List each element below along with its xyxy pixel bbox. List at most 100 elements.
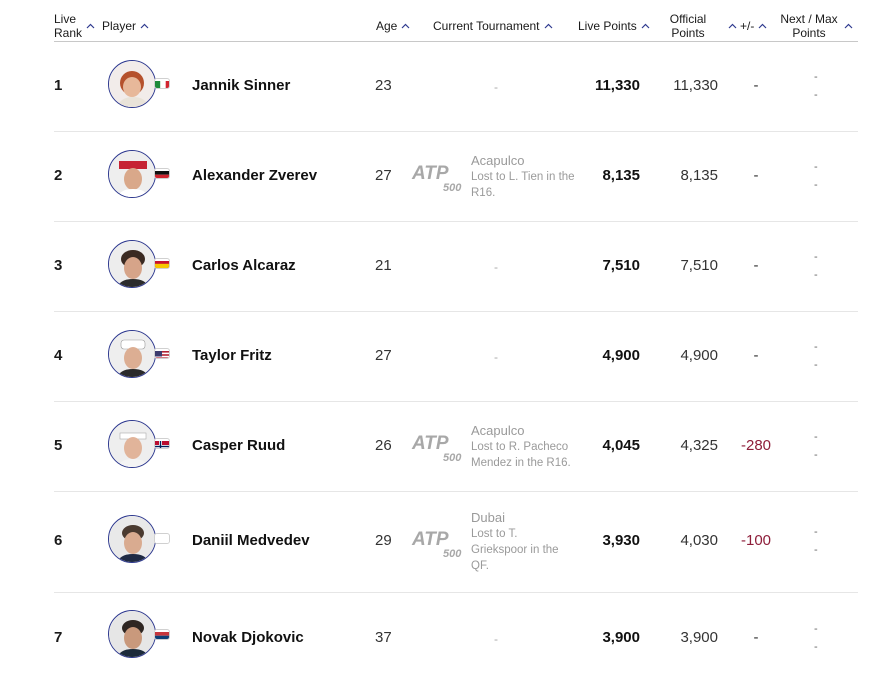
sort-official-points[interactable]: Official Points <box>668 12 737 40</box>
header-current-tournament: Current Tournament <box>433 19 540 33</box>
chevron-up-icon <box>86 22 95 31</box>
sort-player[interactable]: Player <box>102 19 149 33</box>
live-points: 4,045 <box>602 437 640 454</box>
live-points: 3,900 <box>602 629 640 646</box>
tournament-result-line: R16. <box>471 187 496 199</box>
atp-500-logo: ATP 500 <box>410 160 468 196</box>
official-points: 8,135 <box>680 167 718 184</box>
chevron-up-icon <box>401 22 410 31</box>
header-official-line2: Points <box>671 26 705 40</box>
tournament-empty: - <box>494 260 498 274</box>
atp-logo-text: ATP <box>411 163 449 184</box>
avatar <box>108 420 156 468</box>
chevron-up-icon <box>544 22 553 31</box>
next-max-points: - - <box>814 68 818 104</box>
sort-age[interactable]: Age <box>376 19 410 33</box>
player-name[interactable]: Novak Djokovic <box>192 629 304 646</box>
chevron-up-icon <box>758 22 767 31</box>
avatar <box>108 515 156 563</box>
next-max-points: - - <box>814 523 818 559</box>
official-points: 11,330 <box>673 77 718 94</box>
next-points: - <box>814 526 818 538</box>
table-row[interactable]: 1 Jannik Sinner 23 - 11,330 11,330 - - - <box>54 42 858 132</box>
header-next-max-line1: Next / Max <box>780 12 838 26</box>
header-age: Age <box>376 19 398 33</box>
avatar <box>108 330 156 378</box>
age: 37 <box>375 629 392 646</box>
player-name[interactable]: Carlos Alcaraz <box>192 257 296 274</box>
header-player: Player <box>102 19 137 33</box>
table-row[interactable]: 4 Taylor Fritz 27 - 4,900 4,900 - - - <box>54 311 858 402</box>
tournament-empty: - <box>494 632 498 646</box>
max-points: - <box>814 89 818 101</box>
points-diff: - <box>753 257 759 274</box>
next-points: - <box>814 251 818 263</box>
rank: 4 <box>54 347 63 364</box>
live-points: 4,900 <box>602 347 640 364</box>
official-points: 4,030 <box>680 532 718 549</box>
tournament-name[interactable]: Dubai <box>471 510 583 526</box>
next-points: - <box>814 623 818 635</box>
header-official-line1: Official <box>669 12 707 26</box>
live-points: 11,330 <box>594 77 640 94</box>
flag-serbia-icon <box>154 629 170 640</box>
player-name[interactable]: Casper Ruud <box>192 437 285 454</box>
avatar <box>108 60 156 108</box>
header-next-max-line2: Points <box>792 26 826 40</box>
player-name[interactable]: Daniil Medvedev <box>192 532 310 549</box>
official-points: 4,325 <box>680 437 718 454</box>
next-max-points: - - <box>814 248 818 284</box>
points-diff: - <box>753 77 759 94</box>
points-diff: - <box>753 629 759 646</box>
max-points: - <box>814 544 818 556</box>
chevron-up-icon <box>728 22 737 31</box>
chevron-up-icon <box>140 22 149 31</box>
atp-tier-text: 500 <box>443 452 462 464</box>
sort-live-rank[interactable]: Live Rank <box>54 12 95 40</box>
next-points: - <box>814 161 818 173</box>
max-points: - <box>814 641 818 653</box>
table-row[interactable]: 7 Novak Djokovic 37 - 3,900 3,900 - - - <box>54 592 858 680</box>
avatar <box>108 240 156 288</box>
official-points: 4,900 <box>680 347 718 364</box>
atp-tier-text: 500 <box>443 548 462 560</box>
age: 27 <box>375 347 392 364</box>
age: 23 <box>375 77 392 94</box>
official-points: 3,900 <box>680 629 718 646</box>
official-points: 7,510 <box>680 257 718 274</box>
table-row[interactable]: 2 Alexander Zverev 27 ATP 500 Acapulco L… <box>54 131 858 222</box>
sort-current-tournament[interactable]: Current Tournament <box>433 19 553 33</box>
points-diff: -280 <box>740 437 772 454</box>
age: 27 <box>375 167 392 184</box>
sort-diff[interactable]: +/- <box>740 19 767 33</box>
sort-next-max[interactable]: Next / Max Points <box>778 12 853 40</box>
max-points: - <box>814 449 818 461</box>
tournament-empty: - <box>494 80 498 94</box>
atp-500-logo: ATP 500 <box>410 430 468 466</box>
table-row[interactable]: 5 Casper Ruud 26 ATP 500 Acapulco Lost t… <box>54 401 858 492</box>
next-max-points: - - <box>814 158 818 194</box>
player-name[interactable]: Alexander Zverev <box>192 167 317 184</box>
points-diff: - <box>753 347 759 364</box>
sort-live-points[interactable]: Live Points <box>578 19 650 33</box>
atp-tier-text: 500 <box>443 182 462 194</box>
rank: 6 <box>54 532 63 549</box>
chevron-up-icon <box>641 22 650 31</box>
table-row[interactable]: 6 Daniil Medvedev 29 ATP 500 Dubai Lost … <box>54 491 858 593</box>
tournament-result-line: QF. <box>471 560 489 572</box>
player-name[interactable]: Taylor Fritz <box>192 347 272 364</box>
rank: 3 <box>54 257 63 274</box>
table-row[interactable]: 3 Carlos Alcaraz 21 - 7,510 7,510 - - - <box>54 221 858 312</box>
next-max-points: - - <box>814 428 818 464</box>
next-points: - <box>814 341 818 353</box>
max-points: - <box>814 269 818 281</box>
atp-500-logo: ATP 500 <box>410 526 468 562</box>
next-points: - <box>814 431 818 443</box>
avatar <box>108 150 156 198</box>
points-diff: -100 <box>740 532 772 549</box>
rank: 1 <box>54 77 63 94</box>
atp-logo-text: ATP <box>411 433 449 454</box>
player-name[interactable]: Jannik Sinner <box>192 77 290 94</box>
next-max-points: - - <box>814 620 818 656</box>
live-points: 8,135 <box>602 167 640 184</box>
